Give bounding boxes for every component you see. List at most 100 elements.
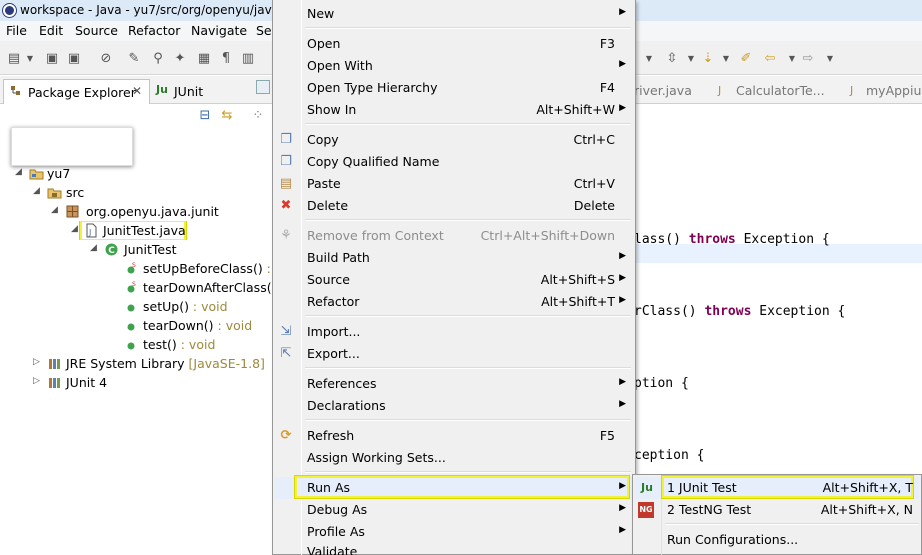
collapse-all-icon[interactable]: ⊟: [197, 108, 213, 124]
tree-item-file[interactable]: ◢ J JunitTest.java: [0, 221, 272, 240]
menu-navigate[interactable]: Navigate: [191, 23, 247, 38]
menu-item-declarations[interactable]: Declarations ▶: [275, 395, 633, 417]
last-edit-icon[interactable]: ✐: [738, 51, 754, 67]
menu-item-profile-as[interactable]: Profile As ▶: [275, 521, 633, 543]
expand-arrow-icon[interactable]: ◢: [71, 224, 78, 234]
menu-item-delete[interactable]: ✖ Delete Delete: [275, 195, 633, 217]
tree-item-method[interactable]: test() : void: [0, 335, 272, 354]
expand-arrow-icon[interactable]: ◢: [33, 186, 40, 196]
menu-edit[interactable]: Edit: [39, 23, 63, 38]
menu-separator: [305, 419, 631, 421]
menu-item-export[interactable]: ⇱ Export...: [275, 343, 633, 365]
menu-refactor[interactable]: Refactor: [128, 23, 180, 38]
task-icon[interactable]: ▦: [196, 51, 212, 67]
svg-text:C: C: [108, 246, 115, 256]
menu-item-run-as[interactable]: Run As ▶: [275, 476, 633, 499]
tab-package-explorer[interactable]: Package Explorer ✕: [3, 79, 150, 104]
minimize-view-button[interactable]: [256, 80, 270, 94]
run-as-submenu: Ju 1 JUnit Test Alt+Shift+X, T NG 2 Test…: [632, 474, 922, 555]
editor-tabs: river.java J CalculatorTe... J myAppiun: [630, 76, 922, 104]
collapse-arrow-icon[interactable]: ▷: [33, 357, 40, 367]
expand-arrow-icon[interactable]: ◢: [90, 243, 97, 253]
link-with-editor-icon[interactable]: ⇆: [219, 108, 235, 124]
menu-separator: [305, 315, 631, 317]
back-dropdown-icon[interactable]: ▼: [784, 51, 800, 67]
menu-item-open[interactable]: Open F3: [275, 33, 633, 55]
prev-annotation-icon[interactable]: ⇣: [700, 51, 716, 67]
menu-item-assign-working-sets[interactable]: Assign Working Sets...: [275, 447, 633, 469]
collapse-arrow-icon[interactable]: ▷: [33, 376, 40, 386]
menu-item-build-path[interactable]: Build Path ▶: [275, 247, 633, 269]
next-annotation-icon[interactable]: ⇳: [664, 51, 680, 67]
library-icon: [49, 359, 60, 369]
menu-item-remove-from-context[interactable]: ⚘ Remove from Context Ctrl+Alt+Shift+Dow…: [275, 225, 633, 247]
method-icon: [127, 342, 135, 350]
menu-item-import[interactable]: ⇲ Import...: [275, 321, 633, 343]
back-arrow-icon[interactable]: ⇦: [762, 51, 778, 67]
menu-item-new[interactable]: New ▶: [275, 3, 633, 25]
tab-junit[interactable]: Ju JUnit: [153, 79, 233, 104]
submenu-item-junit-test[interactable]: Ju 1 JUnit Test Alt+Shift+X, T: [635, 476, 919, 499]
menu-item-paste[interactable]: ▤ Paste Ctrl+V: [275, 173, 633, 195]
tree-item-method[interactable]: S tearDownAfterClass() : v: [0, 278, 272, 297]
submenu-arrow-icon: ▶: [619, 103, 626, 113]
menu-item-show-in[interactable]: Show In Alt+Shift+W ▶: [275, 99, 633, 121]
menu-separator: [305, 123, 631, 125]
project-folder-icon: [29, 169, 44, 180]
tree-jre-label: JRE System Library [JavaSE-1.8]: [66, 356, 265, 371]
menu-item-source[interactable]: Source Alt+Shift+S ▶: [275, 269, 633, 291]
close-tab-icon[interactable]: ✕: [132, 84, 142, 98]
menu-item-refresh[interactable]: ⟳ Refresh F5: [275, 425, 633, 447]
forward-arrow-icon[interactable]: ⇨: [800, 51, 816, 67]
menu-item-debug-as[interactable]: Debug As ▶: [275, 499, 633, 521]
menu-item-references[interactable]: References ▶: [275, 373, 633, 395]
pilcrow-icon[interactable]: ¶: [218, 51, 234, 67]
skip-breakpoints-icon[interactable]: ⊘: [98, 51, 114, 67]
new-dropdown-icon[interactable]: ▼: [22, 51, 38, 67]
tree-item-package[interactable]: ◢ org.openyu.java.junit: [0, 202, 272, 221]
menu-item-validate[interactable]: Validate: [275, 541, 633, 555]
tree-item-project[interactable]: ◢ yu7: [0, 164, 272, 183]
hierarchy-icon[interactable]: ⚲: [150, 51, 166, 67]
tree-item-class[interactable]: ◢ C JunitTest: [0, 240, 272, 259]
svg-text:S: S: [132, 281, 136, 288]
menu-item-copy[interactable]: ❐ Copy Ctrl+C: [275, 129, 633, 151]
menu-separator: [305, 471, 631, 473]
java-file-icon: J: [850, 84, 854, 97]
prev-annotation-dropdown-icon[interactable]: ▼: [718, 51, 734, 67]
delete-icon: ✖: [280, 198, 292, 213]
menu-source[interactable]: Source: [75, 23, 118, 38]
forward-dropdown-icon[interactable]: ▼: [822, 51, 838, 67]
open-type-icon[interactable]: ✎: [126, 51, 142, 67]
tree-item-junit-lib[interactable]: ▷ JUnit 4: [0, 373, 272, 392]
tree-item-jre[interactable]: ▷ JRE System Library [JavaSE-1.8]: [0, 354, 272, 373]
menu-item-open-with[interactable]: Open With ▶: [275, 55, 633, 77]
tree-item-src[interactable]: ◢ src: [0, 183, 272, 202]
editor-tab[interactable]: myAppiun: [866, 83, 922, 98]
menu-file[interactable]: File: [6, 23, 27, 38]
menu-search[interactable]: Se: [256, 23, 272, 38]
view-menu-icon[interactable]: ⁘: [250, 108, 266, 124]
menu-item-open-type-hierarchy[interactable]: Open Type Hierarchy F4: [275, 77, 633, 99]
editor-tab[interactable]: river.java: [634, 83, 692, 98]
save-icon[interactable]: ▣: [44, 51, 60, 67]
submenu-item-run-configurations[interactable]: Run Configurations...: [635, 529, 919, 551]
static-method-icon: S: [127, 281, 136, 293]
save-all-icon[interactable]: ▣: [66, 51, 82, 67]
new-icon[interactable]: ▤: [6, 51, 22, 67]
tree-item-method[interactable]: S setUpBeforeClass() : void: [0, 259, 272, 278]
format-icon[interactable]: ▥: [240, 51, 256, 67]
editor-tab[interactable]: CalculatorTe...: [736, 83, 825, 98]
tree-item-method[interactable]: tearDown() : void: [0, 316, 272, 335]
dropdown-icon[interactable]: ▼: [641, 51, 657, 67]
redacted-box: [11, 127, 133, 166]
expand-arrow-icon[interactable]: ◢: [15, 167, 22, 177]
mark-icon[interactable]: ✦: [172, 51, 188, 67]
submenu-item-testng-test[interactable]: NG 2 TestNG Test Alt+Shift+X, N: [635, 499, 919, 521]
next-annotation-dropdown-icon[interactable]: ▼: [683, 51, 699, 67]
package-icon: [66, 205, 79, 218]
menu-item-copy-qualified-name[interactable]: ❐ Copy Qualified Name: [275, 151, 633, 173]
expand-arrow-icon[interactable]: ◢: [51, 205, 58, 215]
menu-item-refactor[interactable]: Refactor Alt+Shift+T ▶: [275, 291, 633, 313]
tree-item-method[interactable]: setUp() : void: [0, 297, 272, 316]
